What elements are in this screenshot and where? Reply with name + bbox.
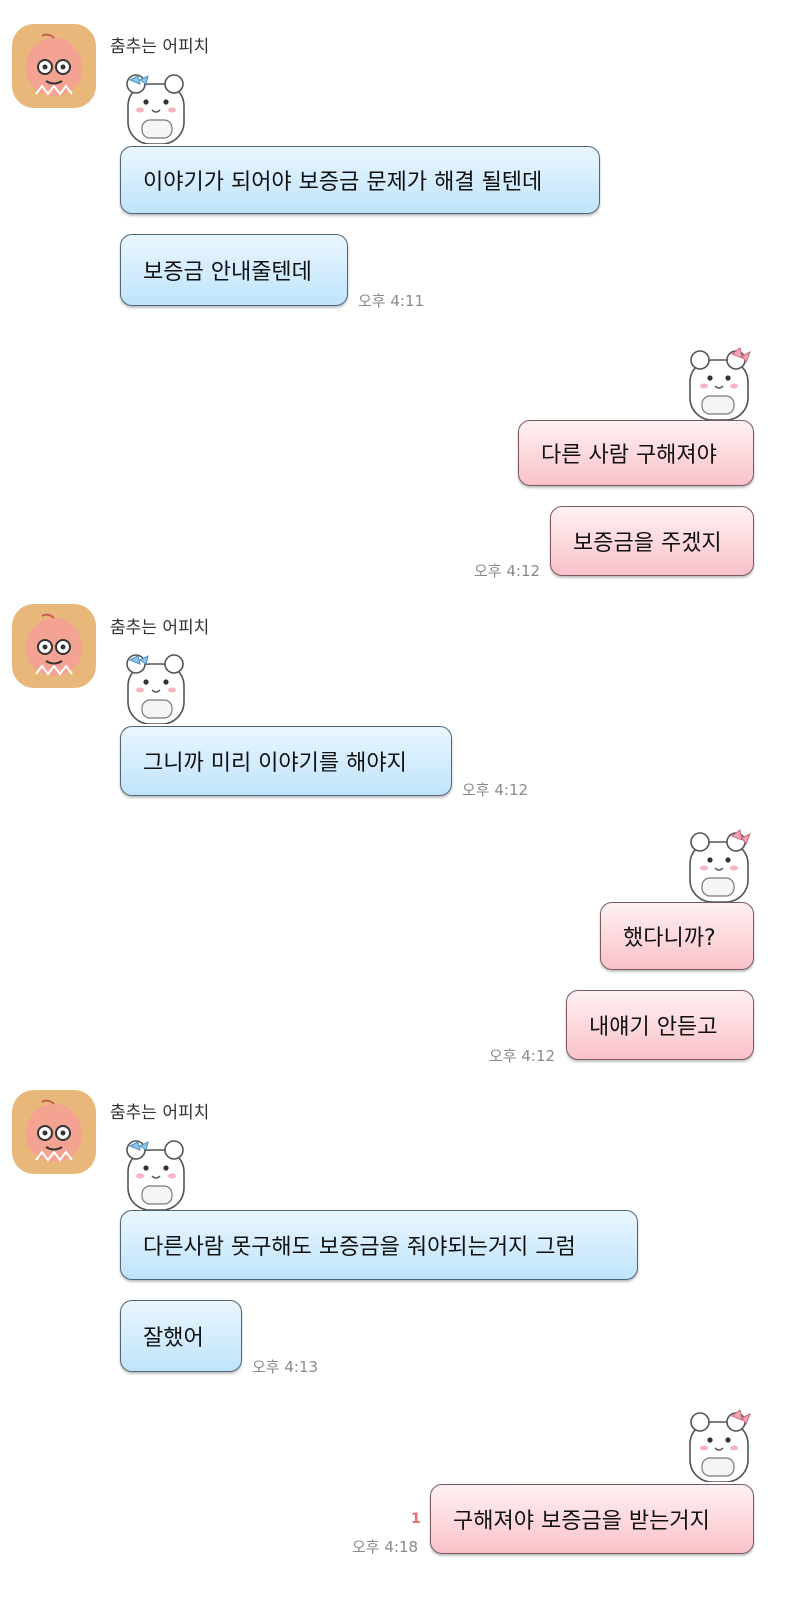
sender-name: 춤추는 어피치 <box>110 37 210 57</box>
apeach-avatar-icon[interactable] <box>11 603 97 689</box>
incoming-message-bubble[interactable]: 보증금 안내줄텐데 <box>120 234 348 306</box>
bear-sticker-icon <box>116 66 194 145</box>
outgoing-message-bubble[interactable]: 했다니까? <box>600 902 754 970</box>
message-timestamp: 오후 4:13 <box>252 1358 319 1376</box>
incoming-message-bubble[interactable]: 이야기가 되어야 보증금 문제가 해결 될텐데 <box>120 146 600 214</box>
sender-name: 춤추는 어피치 <box>110 618 210 638</box>
apeach-avatar-icon[interactable] <box>11 23 97 109</box>
cat-sticker-icon <box>680 824 758 903</box>
bear-sticker-icon <box>116 646 194 725</box>
message-timestamp: 오후 4:12 <box>489 1047 556 1065</box>
message-timestamp: 오후 4:12 <box>474 562 541 580</box>
unread-count-badge: 1 <box>411 1511 421 1527</box>
bear-sticker-icon <box>116 1132 194 1211</box>
outgoing-message-bubble[interactable]: 보증금을 주겠지 <box>550 506 754 576</box>
incoming-message-bubble[interactable]: 그니까 미리 이야기를 해야지 <box>120 726 452 796</box>
apeach-avatar-icon[interactable] <box>11 1089 97 1175</box>
sender-name: 춤추는 어피치 <box>110 1103 210 1123</box>
message-timestamp: 오후 4:18 <box>352 1538 419 1556</box>
outgoing-message-bubble[interactable]: 구해져야 보증금을 받는거지 <box>430 1484 754 1554</box>
incoming-message-bubble[interactable]: 다른사람 못구해도 보증금을 줘야되는거지 그럼 <box>120 1210 638 1280</box>
message-timestamp: 오후 4:11 <box>358 292 425 310</box>
outgoing-message-bubble[interactable]: 다른 사람 구해져야 <box>518 420 754 486</box>
outgoing-message-bubble[interactable]: 내얘기 안듣고 <box>566 990 754 1060</box>
cat-sticker-icon <box>680 1404 758 1483</box>
incoming-message-bubble[interactable]: 잘했어 <box>120 1300 242 1372</box>
message-timestamp: 오후 4:12 <box>462 781 529 799</box>
cat-sticker-icon <box>680 342 758 421</box>
